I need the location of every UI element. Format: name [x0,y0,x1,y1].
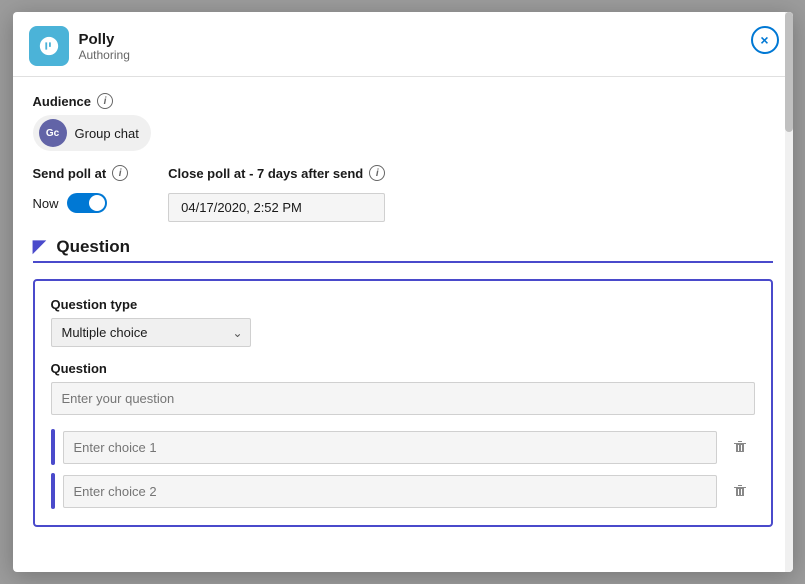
audience-section: Audience i Gc Group chat [33,93,773,151]
trash-icon-2 [732,483,748,499]
choices-area [51,429,755,509]
delete-choice-1-button[interactable] [725,432,755,462]
send-poll-info-icon[interactable]: i [112,165,128,181]
question-icon: ◤ [33,236,47,257]
choice-row-1 [51,429,755,465]
send-poll-toggle[interactable] [67,193,107,213]
question-card: Question type Multiple choice Open text … [33,279,773,527]
modal-header: Polly Authoring × [13,12,793,77]
audience-info-icon[interactable]: i [97,93,113,109]
send-poll-label: Send poll at i [33,165,129,181]
question-field-label: Question [51,361,755,376]
close-poll-col: Close poll at - 7 days after send i 04/1… [168,165,385,222]
send-poll-col: Send poll at i Now [33,165,129,213]
choice-input-1[interactable] [63,431,717,464]
audience-chip: Gc Group chat [33,115,151,151]
close-poll-info-icon[interactable]: i [369,165,385,181]
app-name: Polly [79,31,130,48]
question-type-select-wrapper: Multiple choice Open text Rating ⌄ [51,318,251,347]
question-input[interactable] [51,382,755,415]
question-text-field: Question [51,361,755,415]
question-section-header: ◤ Question [33,236,773,263]
close-button[interactable]: × [751,26,779,54]
modal-container: Polly Authoring × Audience i Gc Group ch… [13,12,793,572]
choice-bar-2 [51,473,55,509]
group-chat-avatar: Gc [39,119,67,147]
modal-overlay: Polly Authoring × Audience i Gc Group ch… [0,0,805,584]
question-type-select[interactable]: Multiple choice Open text Rating [51,318,251,347]
close-poll-date[interactable]: 04/17/2020, 2:52 PM [168,193,385,222]
choice-row-2 [51,473,755,509]
poll-timing-row: Send poll at i Now Close poll at - 7 day… [33,165,773,222]
polly-icon [38,35,60,57]
trash-icon [732,439,748,455]
scrollbar-thumb[interactable] [785,12,793,132]
close-poll-label: Close poll at - 7 days after send i [168,165,385,181]
question-type-label: Question type [51,297,755,312]
toggle-now-label: Now [33,196,59,211]
group-chat-label: Group chat [75,126,139,141]
choice-input-2[interactable] [63,475,717,508]
audience-label: Audience i [33,93,773,109]
app-info: Polly Authoring [79,31,130,62]
choice-bar-1 [51,429,55,465]
delete-choice-2-button[interactable] [725,476,755,506]
app-icon [29,26,69,66]
modal-body: Audience i Gc Group chat Send poll at i [13,77,793,572]
toggle-row: Now [33,193,129,213]
question-section-title: Question [56,237,130,257]
app-subtitle: Authoring [79,48,130,62]
scrollbar-track [785,12,793,572]
question-type-field: Question type Multiple choice Open text … [51,297,755,347]
